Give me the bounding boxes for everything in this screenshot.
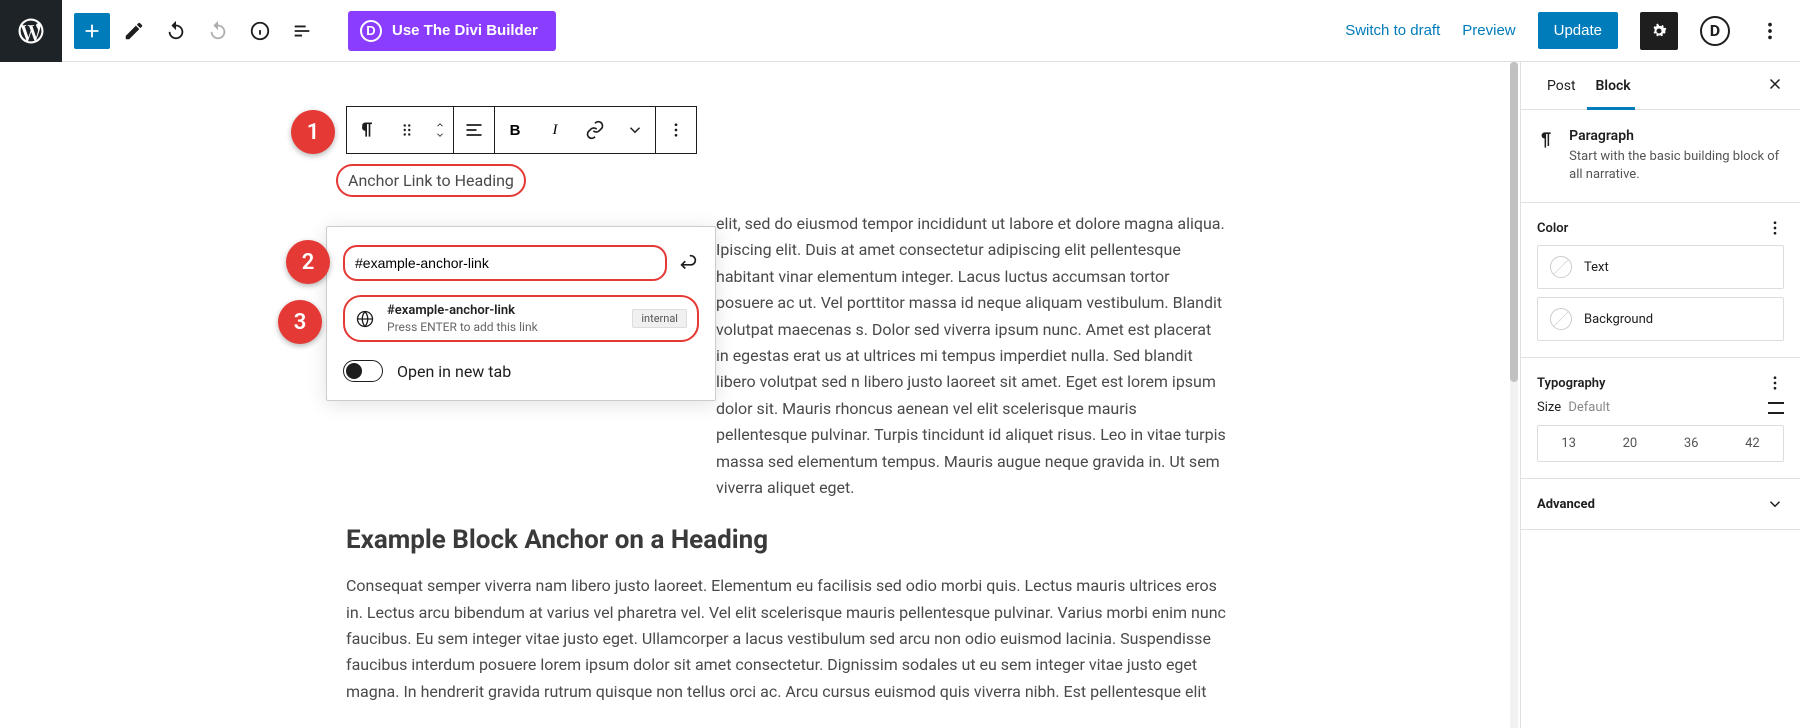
divi-settings-button[interactable]: D — [1700, 16, 1730, 46]
align-icon — [464, 120, 484, 140]
color-background-label: Background — [1584, 312, 1653, 327]
divi-icon: D — [360, 20, 382, 42]
close-icon — [1766, 75, 1784, 93]
block-toolbar: B I — [346, 106, 697, 154]
link-button[interactable] — [575, 107, 615, 153]
link-url-input[interactable] — [343, 245, 667, 281]
settings-button[interactable] — [1640, 12, 1678, 50]
open-new-tab-toggle[interactable] — [343, 360, 383, 382]
wp-home-button[interactable] — [0, 0, 62, 62]
block-type-button[interactable] — [347, 107, 387, 153]
selected-link-text[interactable]: Anchor Link to Heading — [340, 168, 522, 193]
body-paragraph[interactable]: Consequat semper viverra nam libero just… — [346, 573, 1226, 705]
chevron-down-icon — [433, 130, 447, 140]
size-default-label: Default — [1568, 400, 1610, 415]
editor-canvas[interactable]: B I Anchor Link to Heading #example-anch… — [62, 62, 1510, 728]
swatch-icon — [1550, 308, 1572, 330]
size-option[interactable]: 13 — [1538, 426, 1599, 461]
gear-icon — [1649, 21, 1669, 41]
background-color-button[interactable]: Background — [1537, 297, 1784, 341]
suggestion-badge: internal — [632, 309, 687, 328]
open-new-tab-label: Open in new tab — [397, 362, 511, 381]
tab-block[interactable]: Block — [1586, 62, 1641, 109]
info-icon — [249, 20, 271, 42]
list-view-icon — [291, 20, 313, 42]
swatch-icon — [1550, 256, 1572, 278]
details-button[interactable] — [242, 13, 278, 49]
tab-post[interactable]: Post — [1537, 62, 1586, 109]
preview-button[interactable]: Preview — [1462, 22, 1515, 39]
typography-section-heading: Typography — [1537, 376, 1606, 391]
drag-icon — [398, 121, 416, 139]
suggestion-hint: Press ENTER to add this link — [387, 320, 538, 334]
close-sidebar-button[interactable] — [1766, 74, 1784, 98]
pencil-icon — [123, 20, 145, 42]
callout-1: 1 — [291, 110, 335, 154]
kebab-icon — [1759, 20, 1781, 42]
globe-icon — [355, 309, 375, 329]
bold-button[interactable]: B — [495, 107, 535, 153]
paragraph-icon — [1537, 128, 1555, 152]
wordpress-icon — [16, 16, 46, 46]
chevron-down-icon[interactable] — [1766, 495, 1784, 513]
divi-builder-button[interactable]: D Use The Divi Builder — [348, 11, 556, 51]
block-type-title: Paragraph — [1569, 128, 1784, 144]
undo-button[interactable] — [158, 13, 194, 49]
canvas-scrollbar[interactable] — [1510, 62, 1518, 728]
more-options-button[interactable] — [1752, 13, 1788, 49]
redo-button[interactable] — [200, 13, 236, 49]
color-text-label: Text — [1584, 260, 1609, 275]
kebab-icon — [667, 121, 685, 139]
size-label: Size — [1537, 400, 1561, 415]
align-button[interactable] — [454, 107, 494, 153]
link-icon — [585, 120, 605, 140]
block-more-button[interactable] — [656, 107, 696, 153]
italic-button[interactable]: I — [535, 107, 575, 153]
font-size-picker[interactable]: 13 20 36 42 — [1537, 425, 1784, 462]
redo-icon — [207, 20, 229, 42]
switch-to-draft-button[interactable]: Switch to draft — [1345, 22, 1440, 39]
chevron-up-icon — [433, 120, 447, 130]
chevron-down-icon — [626, 121, 644, 139]
sliders-icon[interactable] — [1768, 402, 1784, 414]
paragraph-icon — [357, 120, 377, 140]
outline-button[interactable] — [284, 13, 320, 49]
add-block-button[interactable] — [74, 13, 110, 49]
kebab-icon[interactable] — [1766, 374, 1784, 392]
divi-label: Use The Divi Builder — [392, 22, 538, 39]
link-popover: #example-anchor-link Press ENTER to add … — [326, 226, 716, 401]
update-button[interactable]: Update — [1538, 12, 1618, 49]
callout-2: 2 — [286, 240, 330, 284]
editor-topbar: D Use The Divi Builder Switch to draft P… — [62, 0, 1800, 62]
undo-icon — [165, 20, 187, 42]
size-option[interactable]: 36 — [1661, 426, 1722, 461]
size-option[interactable]: 20 — [1599, 426, 1660, 461]
drag-handle[interactable] — [387, 107, 427, 153]
advanced-section-heading[interactable]: Advanced — [1537, 497, 1595, 512]
kebab-icon[interactable] — [1766, 219, 1784, 237]
plus-icon — [81, 20, 103, 42]
suggestion-title: #example-anchor-link — [387, 303, 538, 318]
tools-button[interactable] — [116, 13, 152, 49]
move-up-down-button[interactable] — [427, 107, 453, 153]
text-color-button[interactable]: Text — [1537, 245, 1784, 289]
size-option[interactable]: 42 — [1722, 426, 1783, 461]
block-type-desc: Start with the basic building block of a… — [1569, 148, 1784, 184]
settings-sidebar: Post Block Paragraph Start with the basi… — [1520, 62, 1800, 728]
link-suggestion[interactable]: #example-anchor-link Press ENTER to add … — [343, 295, 699, 342]
color-section-heading: Color — [1537, 221, 1568, 236]
more-rich-text-button[interactable] — [615, 107, 655, 153]
submit-link-icon[interactable] — [677, 252, 699, 274]
callout-3: 3 — [278, 300, 322, 344]
heading-block[interactable]: Example Block Anchor on a Heading — [346, 525, 1226, 555]
